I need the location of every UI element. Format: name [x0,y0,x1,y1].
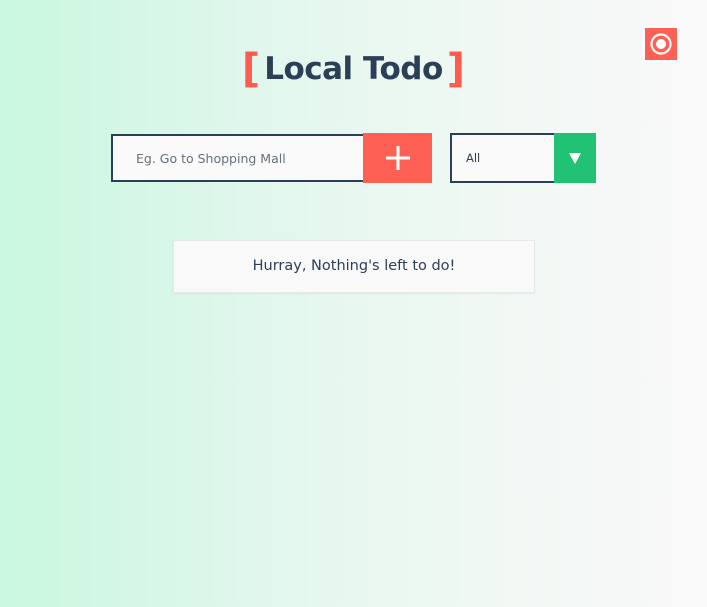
filter-dropdown-button[interactable] [554,133,596,183]
title-bracket-open: [ [241,46,261,92]
plus-icon [385,146,410,170]
title-bracket-close: ] [446,46,466,92]
todo-input[interactable] [111,134,364,182]
empty-state-message: Hurray, Nothing's left to do! [173,240,535,293]
filter-selected-value: All [466,151,481,165]
filter-select[interactable]: All [450,133,596,183]
add-todo-button[interactable] [363,133,432,183]
page-title: [Local Todo] [0,45,707,93]
title-text: Local Todo [264,51,443,87]
caret-down-icon [569,152,581,164]
